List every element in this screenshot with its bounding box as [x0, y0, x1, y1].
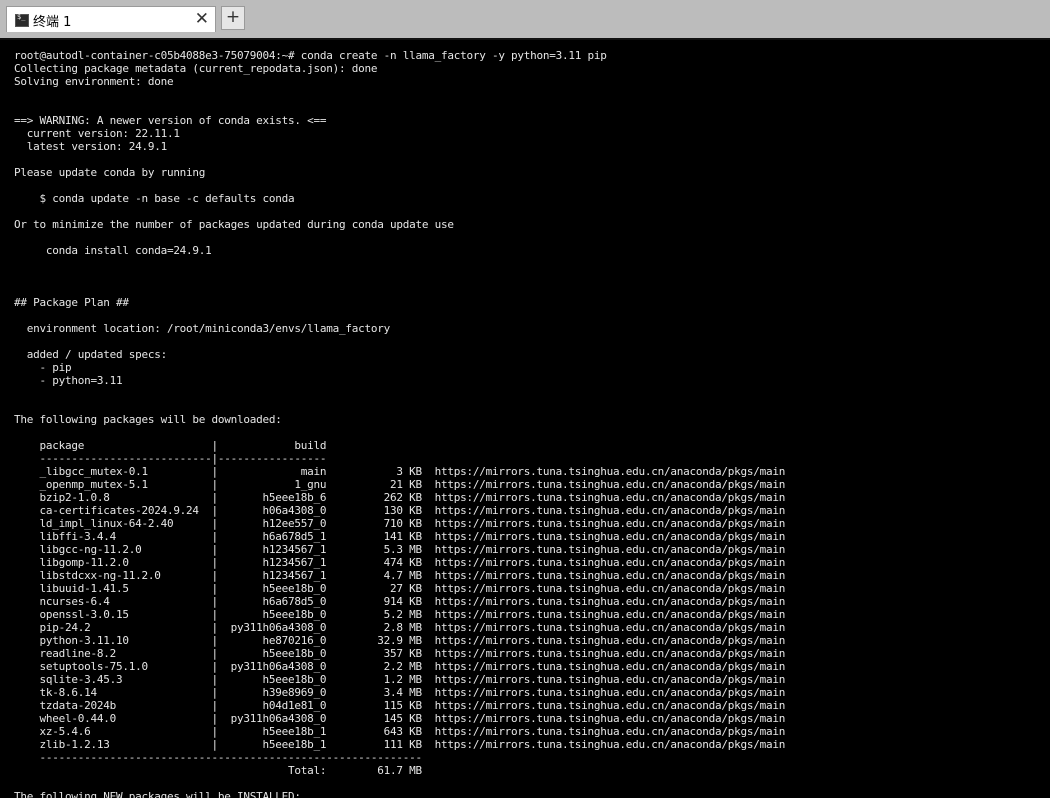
terminal-line: ## Package Plan ## [14, 296, 129, 309]
terminal-line: sqlite-3.45.3 | h5eee18b_0 1.2 MB https:… [14, 673, 786, 686]
terminal-line: Total: 61.7 MB [14, 764, 422, 777]
terminal-line: current version: 22.11.1 [14, 127, 180, 140]
terminal-line: ncurses-6.4 | h6a678d5_0 914 KB https://… [14, 595, 786, 608]
terminal-line: ==> WARNING: A newer version of conda ex… [14, 114, 327, 127]
terminal-line: latest version: 24.9.1 [14, 140, 167, 153]
terminal-line: xz-5.4.6 | h5eee18b_1 643 KB https://mir… [14, 725, 786, 738]
terminal-line: - pip [14, 361, 72, 374]
terminal-line: setuptools-75.1.0 | py311h06a4308_0 2.2 … [14, 660, 786, 673]
terminal-line: conda install conda=24.9.1 [14, 244, 212, 257]
terminal-line: readline-8.2 | h5eee18b_0 357 KB https:/… [14, 647, 786, 660]
terminal-line: $ conda update -n base -c defaults conda [14, 192, 295, 205]
terminal-line: Or to minimize the number of packages up… [14, 218, 454, 231]
terminal-line: libgomp-11.2.0 | h1234567_1 474 KB https… [14, 556, 786, 569]
close-icon[interactable]: ✕ [195, 9, 209, 29]
terminal-line: added / updated specs: [14, 348, 167, 361]
terminal-line: zlib-1.2.13 | h5eee18b_1 111 KB https://… [14, 738, 786, 751]
terminal-line: ld_impl_linux-64-2.40 | h12ee557_0 710 K… [14, 517, 786, 530]
terminal-line: ---------------------------|------------… [14, 452, 327, 465]
terminal-line: pip-24.2 | py311h06a4308_0 2.8 MB https:… [14, 621, 786, 634]
tab-terminal-1[interactable]: 终端 1 ✕ [6, 6, 216, 32]
terminal-line: bzip2-1.0.8 | h5eee18b_6 262 KB https://… [14, 491, 786, 504]
terminal-line: _openmp_mutex-5.1 | 1_gnu 21 KB https://… [14, 478, 786, 491]
terminal-line: The following packages will be downloade… [14, 413, 282, 426]
terminal-line: Solving environment: done [14, 75, 174, 88]
terminal-line: - python=3.11 [14, 374, 123, 387]
terminal-line: Please update conda by running [14, 166, 206, 179]
terminal-line: openssl-3.0.15 | h5eee18b_0 5.2 MB https… [14, 608, 786, 621]
new-tab-button[interactable]: + [221, 6, 245, 30]
terminal-line: libffi-3.4.4 | h6a678d5_1 141 KB https:/… [14, 530, 786, 543]
terminal-line: _libgcc_mutex-0.1 | main 3 KB https://mi… [14, 465, 786, 478]
terminal-line: root@autodl-container-c05b4088e3-7507900… [14, 49, 607, 62]
tab-title: 终端 1 [33, 15, 72, 30]
terminal-line: python-3.11.10 | he870216_0 32.9 MB http… [14, 634, 786, 647]
terminal-line: environment location: /root/miniconda3/e… [14, 322, 391, 335]
terminal-line: The following NEW packages will be INSTA… [14, 790, 301, 798]
terminal-output[interactable]: root@autodl-container-c05b4088e3-7507900… [0, 40, 1050, 798]
terminal-lines: root@autodl-container-c05b4088e3-7507900… [14, 49, 785, 798]
terminal-line: ca-certificates-2024.9.24 | h06a4308_0 1… [14, 504, 786, 517]
terminal-line: ----------------------------------------… [14, 751, 422, 764]
terminal-line: tzdata-2024b | h04d1e81_0 115 KB https:/… [14, 699, 786, 712]
tab-bar: 终端 1 ✕ + [0, 0, 1050, 38]
terminal-line: libuuid-1.41.5 | h5eee18b_0 27 KB https:… [14, 582, 786, 595]
terminal-line: libgcc-ng-11.2.0 | h1234567_1 5.3 MB htt… [14, 543, 786, 556]
terminal-icon [15, 13, 29, 27]
terminal-line: Collecting package metadata (current_rep… [14, 62, 378, 75]
terminal-line: wheel-0.44.0 | py311h06a4308_0 145 KB ht… [14, 712, 786, 725]
terminal-line: libstdcxx-ng-11.2.0 | h1234567_1 4.7 MB … [14, 569, 786, 582]
terminal-line: package | build [14, 439, 327, 452]
terminal-line: tk-8.6.14 | h39e8969_0 3.4 MB https://mi… [14, 686, 786, 699]
